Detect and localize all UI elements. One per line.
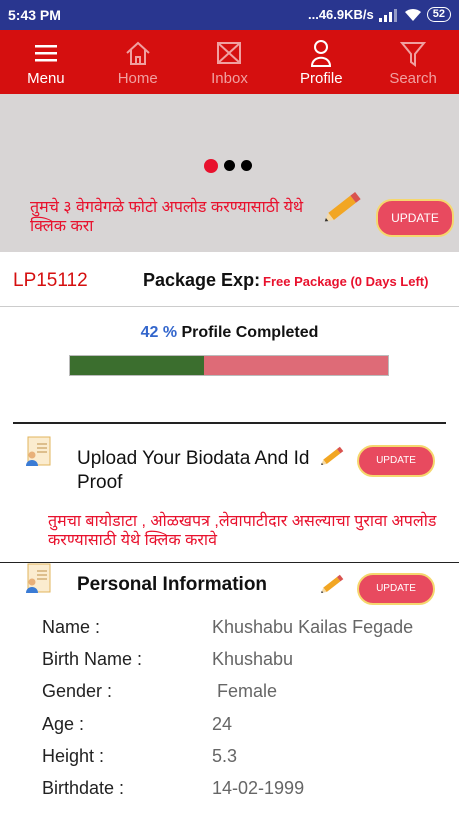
nav-menu-label: Menu xyxy=(27,70,65,87)
profile-completion-title: 42 % Profile Completed xyxy=(0,324,459,342)
info-label: Age : xyxy=(42,713,85,734)
nav-search[interactable]: Search xyxy=(367,30,459,94)
top-nav: Menu Home Inbox Profile Search xyxy=(0,30,459,94)
nav-home-label: Home xyxy=(117,70,158,87)
signal-icon xyxy=(378,8,397,22)
divider xyxy=(0,562,459,563)
package-label: Package Exp: xyxy=(143,270,261,290)
document-user-icon xyxy=(26,563,51,593)
pencil-icon[interactable] xyxy=(322,186,366,228)
carousel-dot[interactable] xyxy=(204,158,218,173)
filter-icon xyxy=(399,42,427,67)
nav-profile-label: Profile xyxy=(300,70,343,87)
pencil-icon[interactable] xyxy=(319,571,347,597)
info-value: Khushabu xyxy=(212,648,294,669)
document-user-icon xyxy=(26,436,51,466)
profile-percent: 42 % xyxy=(140,324,178,341)
info-value: 14-02-1999 xyxy=(212,778,305,799)
personal-info-title: Personal Information xyxy=(77,574,268,595)
profile-completed-label: Profile Completed xyxy=(181,324,319,341)
info-label: Name : xyxy=(42,616,101,637)
package-value: Free Package (0 Days Left) xyxy=(263,274,429,289)
info-row: Gender : Female xyxy=(42,676,442,708)
status-bar: 5:43 PM ...46.9KB/s 52 xyxy=(0,0,459,30)
nav-search-label: Search xyxy=(389,70,437,87)
nav-inbox[interactable]: Inbox xyxy=(184,30,276,94)
info-label: Birthdate : xyxy=(42,778,125,799)
info-value: Khushabu Kailas Fegade xyxy=(212,616,414,637)
divider xyxy=(13,422,446,424)
network-speed: ...46.9KB/s xyxy=(307,7,374,22)
info-label: Birth Name : xyxy=(42,648,143,669)
home-icon xyxy=(126,41,150,65)
personal-info-list: Name : Khushabu Kailas Fegade Birth Name … xyxy=(42,611,442,805)
profile-progress-fill xyxy=(70,356,204,375)
info-value: 24 xyxy=(212,713,233,734)
profile-id: LP15112 xyxy=(13,270,88,291)
carousel-dot[interactable] xyxy=(224,160,235,171)
biodata-update-button[interactable]: UPDATE xyxy=(357,445,435,477)
photo-update-button[interactable]: UPDATE xyxy=(376,199,454,237)
info-value: 5.3 xyxy=(212,745,238,766)
menu-icon xyxy=(34,45,57,62)
inbox-icon xyxy=(217,42,242,64)
nav-profile[interactable]: Profile xyxy=(275,30,367,94)
status-time: 5:43 PM xyxy=(8,7,61,23)
profile-icon xyxy=(311,40,332,67)
photo-upload-text[interactable]: तुमचे ३ वेगवेगळे फोटो अपलोड करण्यासाठी य… xyxy=(30,198,320,236)
carousel-dot[interactable] xyxy=(241,160,252,171)
nav-menu[interactable]: Menu xyxy=(0,30,92,94)
info-row: Name : Khushabu Kailas Fegade xyxy=(42,611,442,643)
personal-update-button[interactable]: UPDATE xyxy=(357,573,435,605)
info-label: Height : xyxy=(42,745,105,766)
info-row: Age : 24 xyxy=(42,708,442,740)
info-value: Female xyxy=(212,681,278,702)
biodata-upload-desc[interactable]: तुमचा बायोडाटा , ओळखपत्र ,लेवापाटीदार अस… xyxy=(48,512,448,550)
nav-home[interactable]: Home xyxy=(92,30,184,94)
profile-id-row: LP15112 Package Exp: Free Package (0 Day… xyxy=(0,252,459,307)
biodata-upload-title[interactable]: Upload Your Biodata And Id Proof xyxy=(77,447,317,495)
pencil-icon[interactable] xyxy=(319,443,347,469)
info-row: Birthdate : 14-02-1999 xyxy=(42,772,442,804)
battery-icon: 52 xyxy=(426,7,451,22)
info-row: Height : 5.3 xyxy=(42,740,442,772)
profile-progress-bar xyxy=(69,355,389,376)
carousel-dots xyxy=(204,158,252,173)
wifi-icon xyxy=(404,8,421,21)
nav-inbox-label: Inbox xyxy=(211,70,248,87)
info-row: Birth Name : Khushabu xyxy=(42,643,442,675)
status-icons: ...46.9KB/s 52 xyxy=(308,7,451,22)
info-label: Gender : xyxy=(42,681,113,702)
